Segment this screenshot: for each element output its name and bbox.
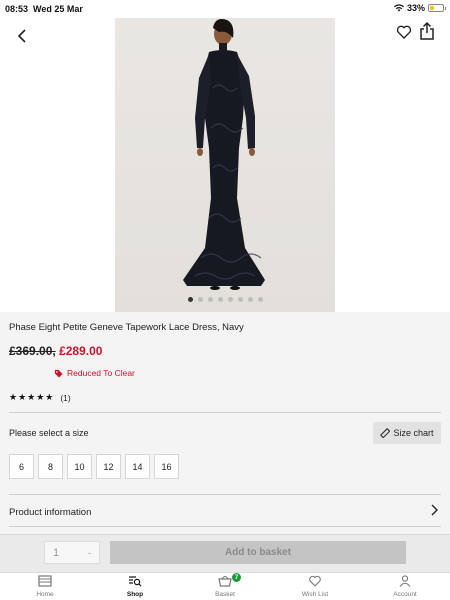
status-time: 08:53 bbox=[5, 4, 29, 14]
size-chart-button[interactable]: Size chart bbox=[373, 422, 441, 444]
size-option-14[interactable]: 14 bbox=[125, 454, 150, 479]
add-to-basket-button[interactable]: Add to basket bbox=[110, 541, 406, 564]
product-photo[interactable] bbox=[115, 18, 335, 312]
share-icon bbox=[420, 21, 434, 40]
price-row: £369.00, £289.00 bbox=[9, 344, 102, 358]
tab-home[interactable]: Home bbox=[0, 573, 90, 600]
status-bar: 08:53 Wed 25 Mar 33% bbox=[0, 0, 450, 18]
tab-shop[interactable]: Shop bbox=[90, 573, 180, 600]
size-option-12[interactable]: 12 bbox=[96, 454, 121, 479]
favourite-button[interactable] bbox=[396, 24, 416, 44]
basket-icon bbox=[218, 575, 232, 589]
size-options: 6 8 10 12 14 16 bbox=[9, 454, 179, 479]
product-gallery[interactable] bbox=[0, 18, 450, 312]
chevron-left-icon bbox=[17, 29, 26, 43]
product-information-link[interactable]: Product information bbox=[9, 507, 91, 518]
tab-label: Wish List bbox=[301, 591, 329, 598]
price-tag-icon bbox=[54, 369, 63, 378]
basket-count-badge: 7 bbox=[232, 573, 241, 582]
ruler-icon bbox=[380, 428, 391, 438]
battery-level bbox=[430, 6, 434, 10]
product-title: Phase Eight Petite Geneve Tapework Lace … bbox=[9, 322, 244, 333]
tab-account[interactable]: Account bbox=[360, 573, 450, 600]
tab-label: Basket bbox=[215, 591, 235, 598]
wifi-icon bbox=[393, 4, 404, 12]
gallery-dot[interactable] bbox=[217, 297, 223, 302]
status-right: 33% bbox=[393, 3, 446, 13]
divider bbox=[9, 494, 441, 495]
quantity-value: 1 bbox=[53, 546, 60, 559]
gallery-dot[interactable] bbox=[257, 297, 263, 302]
back-button[interactable] bbox=[12, 26, 32, 46]
gallery-dot[interactable] bbox=[227, 297, 233, 302]
shop-search-icon bbox=[128, 575, 142, 589]
size-option-10[interactable]: 10 bbox=[67, 454, 92, 479]
gallery-dot[interactable] bbox=[187, 297, 193, 302]
size-option-6[interactable]: 6 bbox=[9, 454, 34, 479]
size-prompt: Please select a size bbox=[9, 428, 89, 438]
divider bbox=[9, 412, 441, 413]
status-date: Wed 25 Mar bbox=[33, 4, 83, 14]
size-chart-label: Size chart bbox=[393, 428, 434, 438]
was-price: £369.00, bbox=[9, 344, 56, 358]
promo-label: Reduced To Clear bbox=[54, 368, 135, 378]
heart-icon bbox=[308, 575, 322, 589]
tab-label: Shop bbox=[126, 591, 144, 598]
gallery-pagination[interactable] bbox=[115, 297, 335, 302]
now-price: £289.00 bbox=[59, 344, 103, 358]
star-rating-icons: ★★★★★ bbox=[9, 392, 55, 402]
battery-percent: 33% bbox=[406, 3, 425, 13]
basket-bar: 1 - Add to basket bbox=[0, 534, 450, 572]
gallery-dot[interactable] bbox=[247, 297, 253, 302]
size-option-16[interactable]: 16 bbox=[154, 454, 179, 479]
home-icon bbox=[38, 575, 52, 589]
quantity-select[interactable]: 1 - bbox=[44, 541, 100, 564]
size-option-8[interactable]: 8 bbox=[38, 454, 63, 479]
tab-label: Home bbox=[36, 591, 54, 598]
heart-outline-icon bbox=[396, 25, 412, 39]
person-icon bbox=[398, 575, 412, 589]
tab-label: Account bbox=[393, 591, 417, 598]
battery-icon bbox=[428, 4, 446, 12]
gallery-dot[interactable] bbox=[207, 297, 213, 302]
quantity-chevron: - bbox=[88, 547, 91, 558]
tab-basket[interactable]: Basket 7 bbox=[180, 573, 270, 600]
divider bbox=[9, 526, 441, 527]
product-info-panel: Phase Eight Petite Geneve Tapework Lace … bbox=[0, 312, 450, 534]
chevron-right-icon[interactable] bbox=[430, 503, 438, 521]
dress-model-image bbox=[183, 19, 265, 290]
share-button[interactable] bbox=[420, 21, 440, 44]
rating[interactable]: ★★★★★ (1) bbox=[9, 392, 71, 403]
bottom-tab-bar: Home Shop Basket 7 Wish List Account bbox=[0, 572, 450, 600]
tab-wish-list[interactable]: Wish List bbox=[270, 573, 360, 600]
promo-text: Reduced To Clear bbox=[67, 368, 135, 378]
gallery-dot[interactable] bbox=[197, 297, 203, 302]
gallery-dot[interactable] bbox=[237, 297, 243, 302]
rating-count: (1) bbox=[60, 392, 71, 403]
